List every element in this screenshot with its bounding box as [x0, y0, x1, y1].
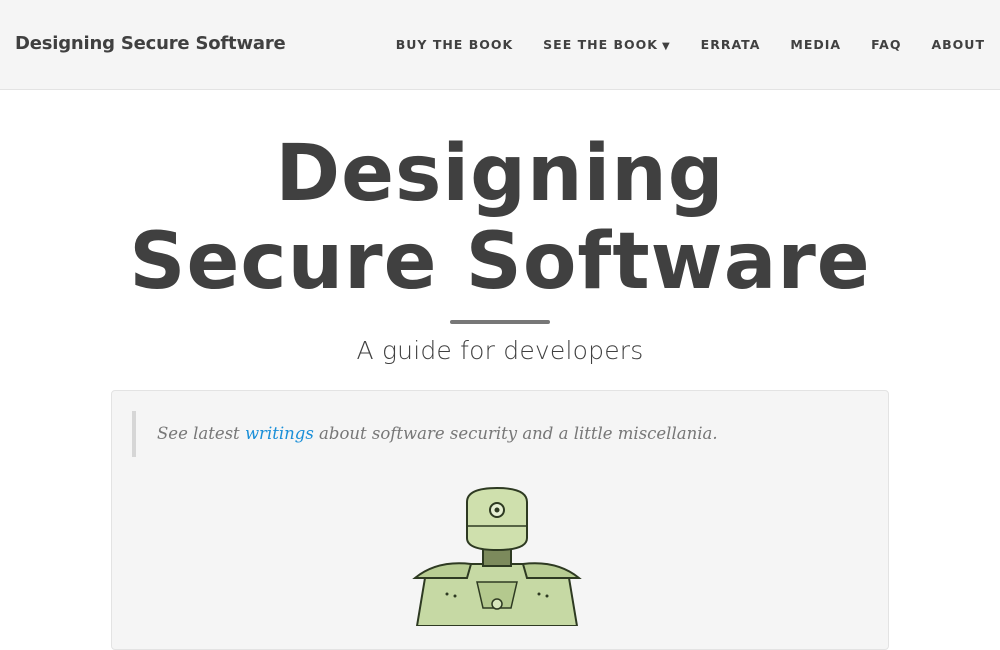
top-navbar: Designing Secure Software BUY THE BOOK S…: [0, 0, 1000, 90]
caret-down-icon: ▼: [661, 41, 671, 52]
nav-see-the-book[interactable]: SEE THE BOOK ▼: [543, 37, 670, 52]
hero-section: Designing Secure Software A guide for de…: [0, 130, 1000, 365]
nav-faq[interactable]: FAQ: [871, 37, 901, 52]
nav-about[interactable]: ABOUT: [931, 37, 985, 52]
robot-illustration: [412, 486, 582, 626]
quote-text-prefix: See latest: [157, 424, 245, 443]
page-subtitle: A guide for developers: [356, 336, 644, 365]
nav-errata[interactable]: ERRATA: [701, 37, 761, 52]
nav-media[interactable]: MEDIA: [790, 37, 841, 52]
title-divider: [450, 320, 550, 324]
nav-see-the-book-label: SEE THE BOOK: [543, 37, 658, 52]
nav-buy-the-book[interactable]: BUY THE BOOK: [396, 37, 513, 52]
nav-menu: BUY THE BOOK SEE THE BOOK ▼ ERRATA MEDIA …: [396, 37, 985, 52]
page-title: Designing Secure Software: [129, 129, 871, 307]
blockquote: See latest writings about software secur…: [132, 411, 718, 457]
brand-link[interactable]: Designing Secure Software: [15, 33, 286, 54]
writings-link[interactable]: writings: [245, 424, 314, 443]
content-card: See latest writings about software secur…: [111, 390, 889, 650]
quote-text-suffix: about software security and a little mis…: [313, 424, 718, 443]
